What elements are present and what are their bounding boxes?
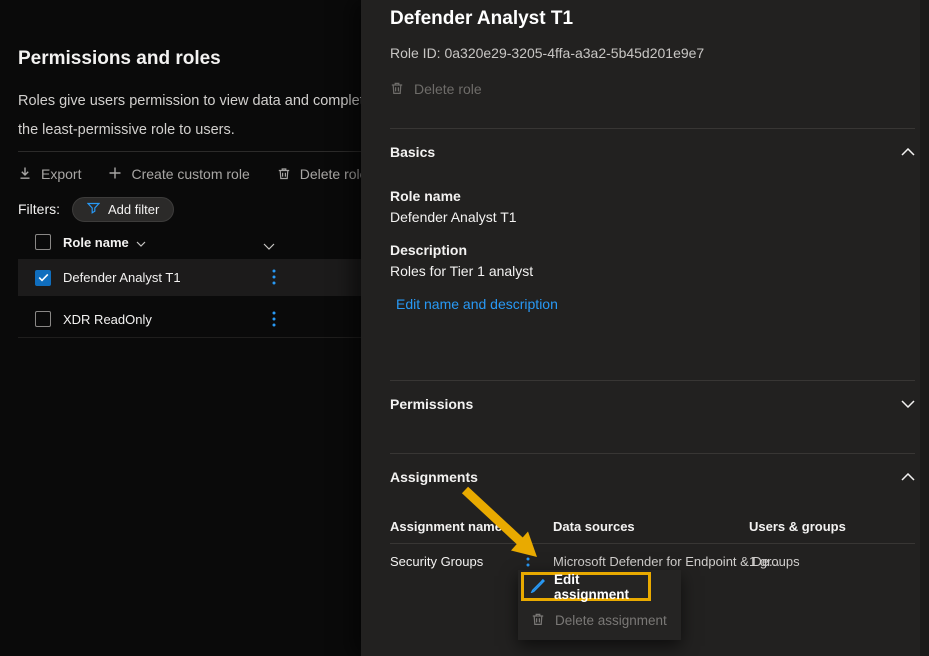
filters-row: Filters: Add filter	[18, 196, 174, 222]
assignment-row-data-sources: Microsoft Defender for Endpoint & De...	[553, 554, 780, 569]
flyout-title: Defender Analyst T1	[390, 8, 573, 30]
trash-icon	[390, 80, 404, 98]
assignment-row-users-groups: 1 groups	[749, 554, 800, 569]
chevron-up-icon	[901, 143, 915, 161]
page-title: Permissions and roles	[18, 48, 221, 70]
role-details-flyout: Defender Analyst T1 Role ID: 0a320e29-32…	[361, 0, 929, 656]
description-label: Description	[390, 242, 467, 258]
permissions-heading: Permissions	[390, 396, 473, 412]
page-description-line2: the least-permissive role to users.	[18, 116, 372, 145]
assignment-name-column-header: Assignment name	[390, 519, 502, 534]
role-name-label: Role name	[390, 188, 461, 204]
users-groups-column-header: Users & groups	[749, 519, 846, 534]
role-name-value: Defender Analyst T1	[390, 209, 517, 225]
description-value: Roles for Tier 1 analyst	[390, 263, 533, 279]
export-button[interactable]: Export	[18, 166, 81, 183]
toolbar-divider	[18, 151, 361, 152]
role-row-name: Defender Analyst T1	[63, 270, 181, 285]
section-divider	[390, 380, 915, 381]
role-row-name: XDR ReadOnly	[63, 312, 152, 327]
trash-icon	[277, 166, 291, 183]
edit-assignment-label: Edit assignment	[554, 572, 642, 602]
column-options-chevron-icon[interactable]	[263, 237, 275, 255]
create-custom-role-button[interactable]: Create custom role	[108, 166, 249, 183]
delete-role-button[interactable]: Delete role	[390, 80, 482, 98]
row-actions-ellipsis-icon[interactable]	[272, 311, 276, 327]
assignment-context-menu: Edit assignment Delete assignment	[518, 570, 681, 640]
select-all-checkbox[interactable]	[35, 234, 51, 250]
row-checkbox-checked[interactable]	[35, 270, 51, 286]
row-checkbox-unchecked[interactable]	[35, 311, 51, 327]
assignments-section-header[interactable]: Assignments	[390, 467, 915, 487]
assignment-actions-ellipsis-icon[interactable]	[526, 551, 530, 567]
role-row-xdr-readonly[interactable]: XDR ReadOnly	[18, 301, 361, 338]
create-custom-role-label: Create custom role	[131, 166, 249, 182]
chevron-down-icon	[901, 395, 915, 413]
filters-label: Filters:	[18, 201, 60, 217]
row-actions-ellipsis-icon[interactable]	[272, 269, 276, 285]
export-label: Export	[41, 166, 81, 182]
add-filter-label: Add filter	[108, 202, 159, 217]
delete-assignment-label: Delete assignment	[555, 613, 667, 628]
page-description-line1: Roles give users permission to view data…	[18, 87, 372, 116]
assignments-header-divider	[390, 543, 915, 544]
assignments-heading: Assignments	[390, 469, 478, 485]
delete-role-label: Delete role	[414, 81, 482, 97]
section-divider	[390, 128, 915, 129]
basics-heading: Basics	[390, 144, 435, 160]
edit-name-description-link[interactable]: Edit name and description	[396, 296, 558, 312]
sort-chevron-down-icon	[136, 235, 146, 250]
pencil-icon	[530, 578, 545, 596]
plus-icon	[108, 166, 122, 183]
delete-assignment-menu-item[interactable]: Delete assignment	[518, 605, 681, 635]
roles-toolbar: Export Create custom role Delete roles	[18, 161, 374, 187]
filter-funnel-icon	[87, 202, 100, 217]
page-description: Roles give users permission to view data…	[18, 87, 372, 145]
data-sources-column-header: Data sources	[553, 519, 635, 534]
assignment-row-name: Security Groups	[390, 554, 483, 569]
role-row-defender-analyst-t1[interactable]: Defender Analyst T1	[18, 259, 361, 296]
roles-table-header: Role name	[18, 229, 361, 255]
role-name-column-label: Role name	[63, 235, 129, 250]
add-filter-button[interactable]: Add filter	[72, 197, 174, 222]
download-icon	[18, 166, 32, 183]
permissions-section-header[interactable]: Permissions	[390, 394, 915, 414]
role-id-text: Role ID: 0a320e29-3205-4ffa-a3a2-5b45d20…	[390, 45, 704, 61]
role-name-column-header[interactable]: Role name	[63, 235, 146, 250]
flyout-scrollbar[interactable]	[920, 0, 929, 656]
trash-icon	[531, 611, 545, 629]
edit-assignment-menu-item[interactable]: Edit assignment	[521, 572, 651, 601]
checkmark-icon	[38, 269, 49, 287]
section-divider	[390, 453, 915, 454]
delete-roles-button[interactable]: Delete roles	[277, 166, 375, 183]
basics-section-header[interactable]: Basics	[390, 142, 915, 162]
chevron-up-icon	[901, 468, 915, 486]
